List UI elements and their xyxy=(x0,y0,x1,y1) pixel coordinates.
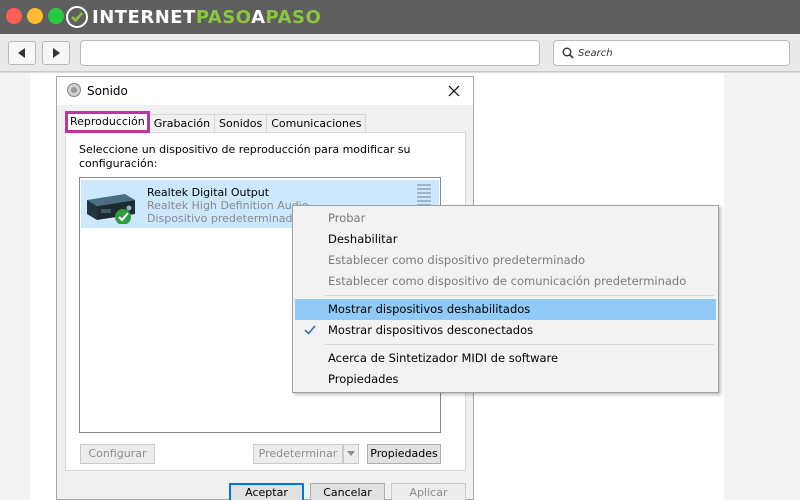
maximize-window-button[interactable] xyxy=(48,8,64,24)
close-window-button[interactable] xyxy=(6,8,22,24)
arrow-left-icon xyxy=(18,48,25,58)
checkmark-icon xyxy=(304,325,316,335)
ok-button[interactable]: Aceptar xyxy=(229,483,304,500)
chevron-down-icon xyxy=(347,451,355,456)
close-icon xyxy=(448,85,460,97)
dialog-close-button[interactable] xyxy=(443,80,465,102)
site-logo-text: INTERNETPASOAPASO xyxy=(92,6,322,28)
cancel-button[interactable]: Cancelar xyxy=(310,483,385,500)
site-logo: INTERNETPASOAPASO xyxy=(66,6,321,28)
check-logo-icon xyxy=(66,6,88,28)
menu-item-probar[interactable]: Probar xyxy=(295,208,716,229)
menu-item-properties[interactable]: Propiedades xyxy=(295,369,716,390)
dialog-title: Sonido xyxy=(87,84,128,98)
tab-sonidos[interactable]: Sonidos xyxy=(214,114,268,133)
dialog-title-bar: Sonido xyxy=(57,77,473,105)
tab-grabacion[interactable]: Grabación xyxy=(148,114,216,133)
speaker-icon xyxy=(67,83,81,97)
configure-button[interactable]: Configurar xyxy=(80,444,155,464)
search-input[interactable]: Search xyxy=(553,40,790,66)
device-status: Dispositivo predeterminado xyxy=(147,212,300,225)
menu-item-show-disconnected[interactable]: Mostrar dispositivos desconectados xyxy=(295,320,716,341)
search-icon xyxy=(562,47,574,59)
menu-item-about-midi[interactable]: Acerca de Sintetizador MIDI de software xyxy=(295,348,716,369)
menu-separator xyxy=(325,295,714,296)
menu-separator xyxy=(325,344,714,345)
menu-item-set-default[interactable]: Establecer como dispositivo predetermina… xyxy=(295,250,716,271)
set-default-dropdown[interactable] xyxy=(343,444,359,464)
tab-comunicaciones[interactable]: Comunicaciones xyxy=(266,114,367,133)
set-default-button[interactable]: Predeterminar xyxy=(253,444,343,464)
search-placeholder: Search xyxy=(578,47,613,59)
dialog-tabs: Reproducción Grabación Sonidos Comunicac… xyxy=(65,111,367,133)
address-bar[interactable] xyxy=(80,40,540,66)
device-name: Realtek Digital Output xyxy=(147,186,270,199)
context-menu: Probar Deshabilitar Establecer como disp… xyxy=(292,205,719,393)
minimize-window-button[interactable] xyxy=(27,8,43,24)
menu-item-show-disabled[interactable]: Mostrar dispositivos deshabilitados xyxy=(295,299,716,320)
browser-toolbar: Search xyxy=(0,34,800,72)
menu-item-label: Mostrar dispositivos desconectados xyxy=(328,323,534,337)
instructions-text: Seleccione un dispositivo de reproducció… xyxy=(79,143,411,170)
menu-item-deshabilitar[interactable]: Deshabilitar xyxy=(295,229,716,250)
browser-title-bar: INTERNETPASOAPASO xyxy=(0,0,800,34)
device-driver: Realtek High Definition Audio xyxy=(147,199,309,212)
forward-button[interactable] xyxy=(42,41,70,65)
apply-button[interactable]: Aplicar xyxy=(391,483,466,500)
menu-item-set-default-communication[interactable]: Establecer como dispositivo de comunicac… xyxy=(295,271,716,292)
arrow-right-icon xyxy=(53,48,60,58)
properties-button[interactable]: Propiedades xyxy=(367,444,441,464)
tab-reproduccion[interactable]: Reproducción xyxy=(65,111,150,133)
audio-device-icon xyxy=(87,194,135,224)
back-button[interactable] xyxy=(8,41,36,65)
